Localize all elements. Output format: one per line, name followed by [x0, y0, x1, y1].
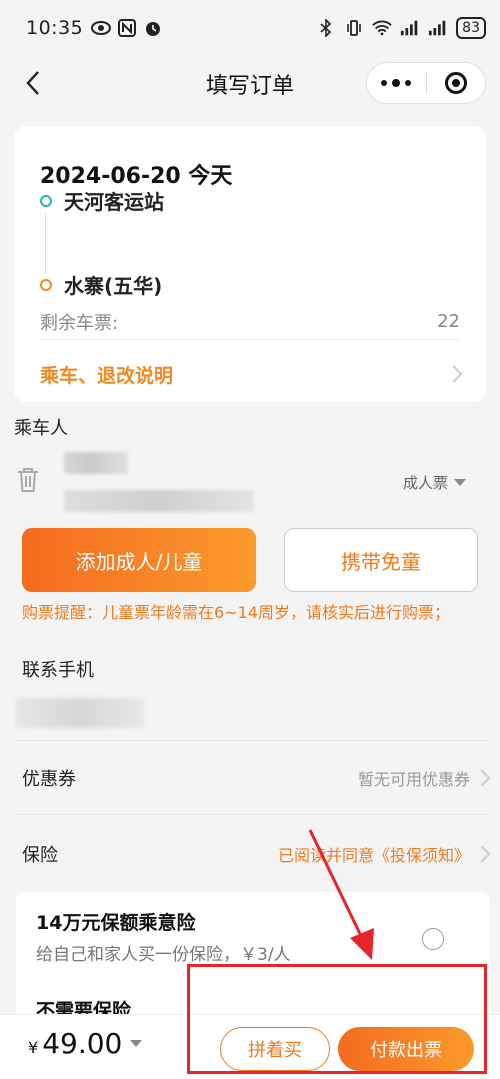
remaining-tickets: 剩余车票: 22	[40, 304, 460, 340]
total-price[interactable]: ¥ 49.00	[28, 1027, 143, 1060]
departure-dot-icon	[40, 194, 52, 207]
coupon-label: 优惠券	[22, 769, 76, 790]
arrival-dot-icon	[40, 278, 52, 291]
contact-phone-label: 联系手机	[22, 660, 94, 681]
chevron-right-icon	[473, 845, 491, 863]
insurance-label: 保险	[22, 845, 58, 866]
battery-indicator: 83	[456, 17, 486, 39]
eye-icon	[91, 18, 112, 38]
coupon-value: 暂无可用优惠券	[357, 770, 470, 789]
coupon-row[interactable]: 优惠券 暂无可用优惠券	[22, 758, 491, 798]
back-arrow-icon[interactable]	[20, 68, 50, 98]
add-passenger-button[interactable]: 添加成人/儿童	[22, 528, 256, 592]
bluetooth-icon	[316, 18, 336, 38]
nav-bar: 填写订单	[0, 56, 500, 112]
nfc-icon	[117, 18, 137, 38]
remaining-value: 22	[437, 311, 460, 332]
trash-icon[interactable]	[16, 466, 40, 494]
carry-free-child-button[interactable]: 携带免童	[284, 528, 478, 592]
insurance-row[interactable]: 保险 已阅读并同意《投保须知》	[22, 834, 491, 874]
signal-icon	[400, 18, 420, 38]
insurance-agreement-link[interactable]: 已阅读并同意《投保须知》	[278, 842, 470, 866]
dropdown-triangle-icon	[454, 479, 466, 486]
insurance-option-radio[interactable]	[422, 928, 444, 950]
passenger-section-label: 乘车人	[14, 418, 68, 439]
insurance-option-title: 14万元保额乘意险	[36, 912, 196, 934]
status-time: 10:35	[26, 17, 84, 39]
remaining-label: 剩余车票:	[40, 312, 119, 334]
bottom-bar: ¥ 49.00 拼着买 付款出票	[0, 1014, 500, 1079]
status-bar: 10:35 83	[0, 0, 500, 56]
vibrate-icon	[344, 18, 364, 38]
trip-card: 2024-06-20 今天 天河客运站 水寨(五华) 剩余车票: 22 乘车、退…	[14, 126, 486, 402]
price-detail-triangle-icon	[130, 1040, 143, 1047]
insurance-option-sub: 给自己和家人买一份保险，￥3/人	[36, 945, 291, 965]
page-title: 填写订单	[205, 74, 294, 99]
alarm-icon	[143, 18, 163, 38]
passenger-name-redacted	[64, 452, 128, 474]
chevron-right-icon	[445, 365, 463, 383]
ticket-type-select[interactable]: 成人票	[403, 472, 466, 493]
notice-label: 乘车、退改说明	[40, 364, 174, 387]
price-value: 49.00	[42, 1027, 123, 1060]
group-buy-button[interactable]: 拼着买	[220, 1027, 330, 1071]
insurance-options-card: 14万元保额乘意险 给自己和家人买一份保险，￥3/人 不需要保险	[16, 892, 490, 1032]
close-miniprogram-icon[interactable]	[426, 63, 485, 103]
miniprogram-capsule	[366, 62, 486, 104]
pay-issue-ticket-button[interactable]: 付款出票	[338, 1027, 474, 1071]
more-icon[interactable]	[367, 63, 426, 103]
passenger-row: 成人票	[0, 444, 500, 520]
contact-phone-redacted[interactable]	[16, 698, 144, 728]
departure-station: 天河客运站	[40, 186, 164, 215]
arrival-station: 水寨(五华)	[40, 270, 162, 299]
chevron-right-icon	[473, 769, 491, 787]
ride-refund-notice[interactable]: 乘车、退改说明	[40, 356, 463, 392]
wifi-icon	[372, 18, 392, 38]
currency-symbol: ¥	[28, 1038, 39, 1057]
signal-icon-2	[428, 18, 448, 38]
passenger-id-redacted	[64, 490, 254, 512]
purchase-reminder: 购票提醒：儿童票年龄需在6~14周岁，请核实后进行购票；	[22, 603, 450, 622]
